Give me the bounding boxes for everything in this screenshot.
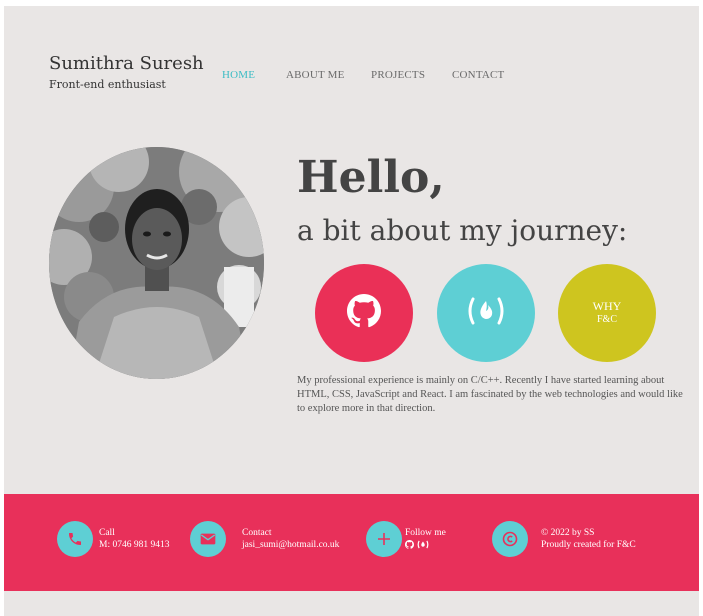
footer-email-link[interactable]: jasi_sumi@hotmail.co.uk	[242, 539, 339, 551]
nav-home[interactable]: HOME	[222, 69, 255, 81]
github-button[interactable]	[315, 264, 413, 362]
site-tagline: Front-end enthusiast	[49, 78, 166, 91]
site-title: Sumithra Suresh	[49, 53, 204, 74]
footer-follow: Follow me	[405, 527, 446, 553]
bio-paragraph: My professional experience is mainly on …	[297, 375, 683, 414]
copyright-icon	[492, 521, 528, 557]
nav-projects[interactable]: PROJECTS	[371, 69, 425, 81]
page: Sumithra Suresh Front-end enthusiast HOM…	[4, 6, 699, 616]
footer-call: Call M: 0746 981 9413	[99, 527, 169, 551]
footer-social-links	[405, 540, 446, 553]
plus-icon	[366, 521, 402, 557]
footer: Call M: 0746 981 9413 Contact jasi_sumi@…	[4, 494, 699, 591]
freecodecamp-button[interactable]	[437, 264, 535, 362]
hero-greeting: Hello,	[297, 152, 445, 203]
envelope-icon[interactable]	[190, 521, 226, 557]
nav-about-me[interactable]: ABOUT ME	[286, 69, 345, 81]
footer-contact: Contact jasi_sumi@hotmail.co.uk	[242, 527, 339, 551]
github-icon[interactable]	[405, 540, 414, 553]
why-fc-button[interactable]: WHY F&C	[558, 264, 656, 362]
bottom-strip	[4, 591, 699, 616]
nav-contact[interactable]: CONTACT	[452, 69, 504, 81]
profile-photo	[49, 147, 264, 379]
copyright-line: © 2022 by SS	[541, 528, 595, 538]
footer-copyright: © 2022 by SS Proudly created for F&C	[541, 527, 636, 551]
hero-subtitle: a bit about my journey:	[297, 214, 628, 247]
phone-icon[interactable]	[57, 521, 93, 557]
footer-phone-number[interactable]: M: 0746 981 9413	[99, 539, 169, 551]
footer-call-title: Call	[99, 528, 115, 538]
freecodecamp-icon[interactable]	[417, 540, 429, 553]
credit-line: Proudly created for F&C	[541, 540, 636, 550]
footer-follow-title: Follow me	[405, 528, 446, 538]
why-fc-label-line2: F&C	[596, 313, 617, 325]
github-icon	[347, 294, 381, 332]
freecodecamp-icon	[466, 297, 506, 329]
why-fc-label-line1: WHY	[592, 298, 622, 313]
footer-contact-title: Contact	[242, 528, 272, 538]
